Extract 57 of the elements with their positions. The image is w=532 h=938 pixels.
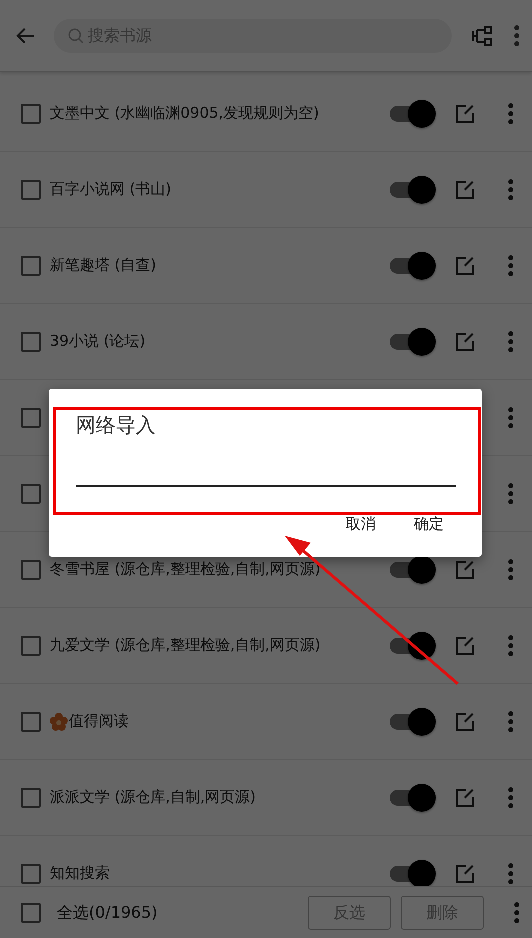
edit-icon[interactable]: [454, 254, 476, 276]
source-name: 九爱文学 (源仓库,整理检验,自制,网页源): [50, 635, 321, 656]
edit-icon[interactable]: [454, 178, 476, 200]
edit-icon[interactable]: [454, 330, 476, 352]
dialog-button[interactable]: 取消: [342, 511, 380, 538]
dialog-button[interactable]: 确定: [410, 511, 448, 538]
more-icon[interactable]: [508, 102, 514, 124]
toggle-switch[interactable]: [390, 326, 436, 356]
edit-icon[interactable]: [454, 634, 476, 656]
toggle-switch[interactable]: [390, 782, 436, 812]
checkbox[interactable]: [21, 256, 41, 276]
checkbox[interactable]: [21, 712, 41, 732]
checkbox[interactable]: [21, 788, 41, 808]
more-icon[interactable]: [508, 786, 514, 808]
toggle-switch[interactable]: [390, 250, 436, 280]
dialog-title: 网络导入: [76, 412, 157, 439]
source-name: 知知搜索: [50, 863, 110, 884]
more-icon[interactable]: [514, 24, 520, 46]
edit-icon[interactable]: [454, 558, 476, 580]
group-icon[interactable]: [470, 24, 494, 48]
checkbox[interactable]: [21, 180, 41, 200]
checkbox[interactable]: [21, 560, 41, 580]
source-name: 值得阅读: [69, 711, 129, 732]
more-icon[interactable]: [514, 902, 520, 924]
more-icon[interactable]: [508, 634, 514, 656]
source-name: 百字小说网 (书山): [50, 179, 172, 200]
more-icon[interactable]: [508, 254, 514, 276]
more-icon[interactable]: [508, 558, 514, 580]
checkbox[interactable]: [21, 332, 41, 352]
checkbox[interactable]: [21, 104, 41, 124]
select-all-label: 全选(0/1965): [57, 902, 159, 924]
toggle-switch[interactable]: [390, 630, 436, 660]
source-name: 新笔趣塔 (自查): [50, 255, 156, 276]
more-icon[interactable]: [508, 178, 514, 200]
toggle-switch[interactable]: [390, 554, 436, 584]
more-icon[interactable]: [508, 862, 514, 884]
checkbox[interactable]: [21, 484, 41, 504]
toggle-switch[interactable]: [390, 174, 436, 204]
edit-icon[interactable]: [454, 862, 476, 884]
source-name: 派派文学 (源仓库,自制,网页源): [50, 787, 256, 808]
edit-icon[interactable]: [454, 102, 476, 124]
search-icon: [68, 28, 84, 44]
toggle-switch[interactable]: [390, 706, 436, 736]
toggle-switch[interactable]: [390, 98, 436, 128]
edit-icon[interactable]: [454, 786, 476, 808]
toggle-switch[interactable]: [390, 858, 436, 886]
more-icon[interactable]: [508, 710, 514, 732]
select-all-checkbox[interactable]: [21, 902, 41, 922]
edit-icon[interactable]: [454, 710, 476, 732]
source-name: 文墨中文 (水幽临渊0905,发现规则为空): [50, 103, 320, 124]
more-icon[interactable]: [508, 406, 514, 428]
checkbox[interactable]: [21, 408, 41, 428]
more-icon[interactable]: [508, 330, 514, 352]
source-name: 39小说 (论坛): [50, 331, 146, 352]
checkbox[interactable]: [21, 636, 41, 656]
checkbox[interactable]: [21, 864, 41, 884]
more-icon[interactable]: [508, 482, 514, 504]
